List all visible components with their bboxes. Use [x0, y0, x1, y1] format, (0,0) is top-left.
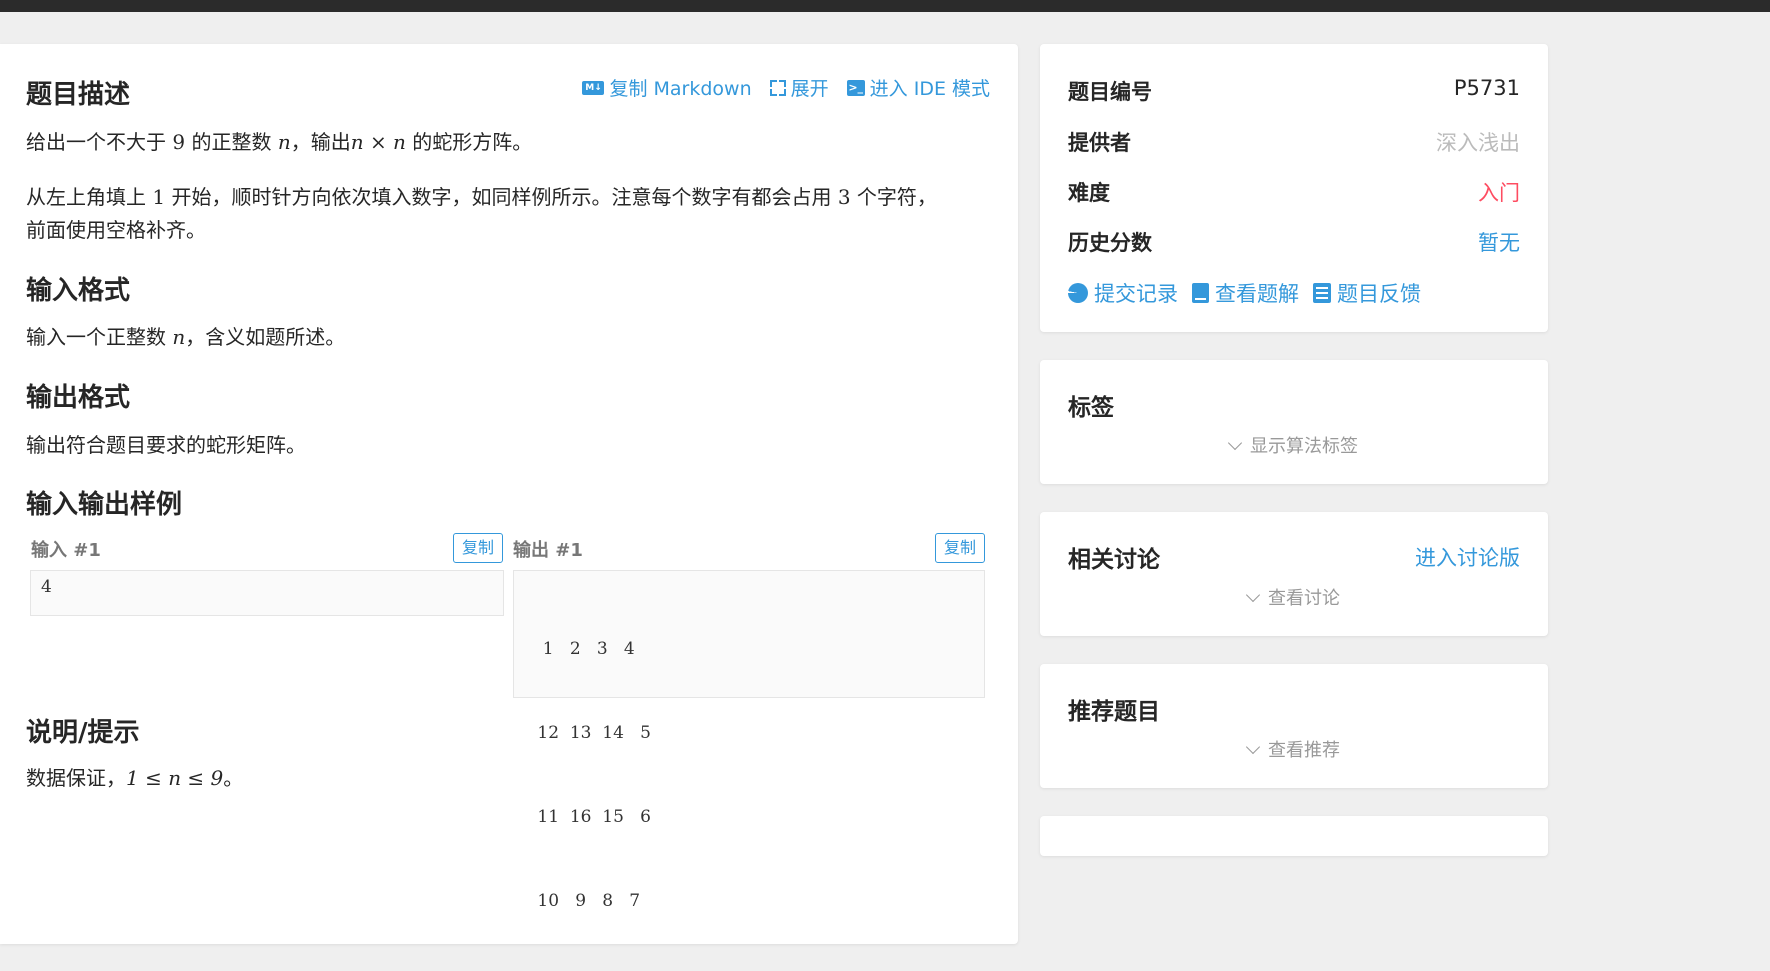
input-format-title: 输入格式: [26, 276, 131, 306]
feedback-link[interactable]: 题目反馈: [1313, 278, 1421, 308]
problem-info-card: 题目编号 P5731 提供者 深入浅出 难度 入门 历史分数 暂无 提交记录 查…: [1040, 44, 1548, 332]
chevron-down-icon: [1245, 587, 1261, 603]
discuss-board-link[interactable]: 进入讨论版: [1415, 542, 1520, 572]
recommend-card: 推荐题目 查看推荐: [1040, 664, 1548, 788]
solutions-label: 查看题解: [1215, 282, 1299, 306]
list-icon: [1313, 283, 1331, 303]
provider-value[interactable]: 深入浅出: [1436, 127, 1520, 157]
tags-title: 标签: [1068, 395, 1114, 421]
sample-input-label: 输入 #1: [31, 540, 101, 561]
sample-output-row: 12 13 14 5: [532, 723, 651, 743]
description-title: 题目描述: [26, 80, 131, 110]
top-bar: [0, 0, 1770, 12]
description-line-2: 从左上角填上 1 开始，顺时针方向依次填入数字，如同样例所示。注意每个数字有都会…: [26, 185, 937, 209]
show-recommend-label: 查看推荐: [1268, 740, 1340, 761]
problem-card: 题目描述 M↓ 复制 Markdown 展开 >_ 进入 IDE 模式 给出一个…: [0, 44, 1018, 944]
description-line-1: 给出一个不大于 9 的正整数 n，输出n × n 的蛇形方阵。: [26, 130, 533, 154]
submissions-link[interactable]: 提交记录: [1068, 278, 1178, 308]
output-format-text: 输出符合题目要求的蛇形矩阵。: [26, 433, 306, 457]
problem-actions: M↓ 复制 Markdown 展开 >_ 进入 IDE 模式: [582, 74, 990, 101]
copy-input-button[interactable]: 复制: [453, 533, 503, 563]
ide-mode-label: 进入 IDE 模式: [869, 78, 990, 100]
terminal-icon: >_: [846, 79, 865, 96]
copy-markdown-label: 复制 Markdown: [609, 78, 752, 100]
submissions-label: 提交记录: [1094, 282, 1178, 306]
hint-text: 数据保证，1 ≤ n ≤ 9。: [26, 766, 244, 790]
sample-output-row: 1 2 3 4: [532, 639, 635, 659]
markdown-icon: M↓: [582, 80, 605, 95]
chevron-down-icon: [1227, 435, 1243, 451]
book-icon: [1192, 283, 1209, 303]
feedback-label: 题目反馈: [1337, 282, 1421, 306]
discuss-title: 相关讨论: [1068, 547, 1160, 573]
pie-chart-icon: [1068, 283, 1088, 303]
recommend-title: 推荐题目: [1068, 699, 1160, 725]
next-card: [1040, 816, 1548, 856]
output-format-title: 输出格式: [26, 383, 131, 413]
discuss-card: 相关讨论 进入讨论版 查看讨论: [1040, 512, 1548, 636]
provider-label: 提供者: [1068, 131, 1131, 155]
show-tags-toggle[interactable]: 显示算法标签: [1040, 432, 1548, 458]
show-recommend-toggle[interactable]: 查看推荐: [1040, 736, 1548, 762]
copy-markdown-button[interactable]: M↓ 复制 Markdown: [582, 74, 752, 101]
tags-card: 标签 显示算法标签: [1040, 360, 1548, 484]
expand-button[interactable]: 展开: [769, 74, 829, 101]
solutions-link[interactable]: 查看题解: [1192, 278, 1299, 308]
problem-links: 提交记录 查看题解 题目反馈: [1068, 278, 1421, 308]
difficulty-label: 难度: [1068, 181, 1110, 205]
pid-value: P5731: [1453, 76, 1520, 100]
show-discuss-label: 查看讨论: [1268, 588, 1340, 609]
difficulty-value[interactable]: 入门: [1478, 177, 1520, 207]
sample-output-row: 11 16 15 6: [532, 807, 651, 827]
sample-output-label: 输出 #1: [513, 540, 583, 561]
description-line-3: 前面使用空格补齐。: [26, 218, 206, 242]
input-format-text: 输入一个正整数 n，含义如题所述。: [26, 325, 346, 349]
copy-output-button[interactable]: 复制: [935, 533, 985, 563]
show-discuss-toggle[interactable]: 查看讨论: [1040, 584, 1548, 610]
expand-label: 展开: [790, 78, 829, 100]
show-tags-label: 显示算法标签: [1250, 436, 1358, 457]
sample-input-box[interactable]: 4: [30, 570, 504, 616]
pid-label: 题目编号: [1068, 80, 1152, 104]
sample-output-row: 10 9 8 7: [532, 891, 641, 911]
samples-title: 输入输出样例: [26, 490, 183, 520]
expand-icon: [769, 79, 786, 96]
chevron-down-icon: [1245, 739, 1261, 755]
sample-output-box[interactable]: 1 2 3 4 12 13 14 5 11 16 15 6 10 9 8 7: [513, 570, 985, 911]
history-score-label: 历史分数: [1068, 231, 1152, 255]
sample-input-value: 4: [41, 577, 52, 597]
hint-title: 说明/提示: [26, 718, 140, 748]
history-score-value[interactable]: 暂无: [1478, 227, 1520, 257]
ide-mode-button[interactable]: >_ 进入 IDE 模式: [846, 74, 990, 101]
